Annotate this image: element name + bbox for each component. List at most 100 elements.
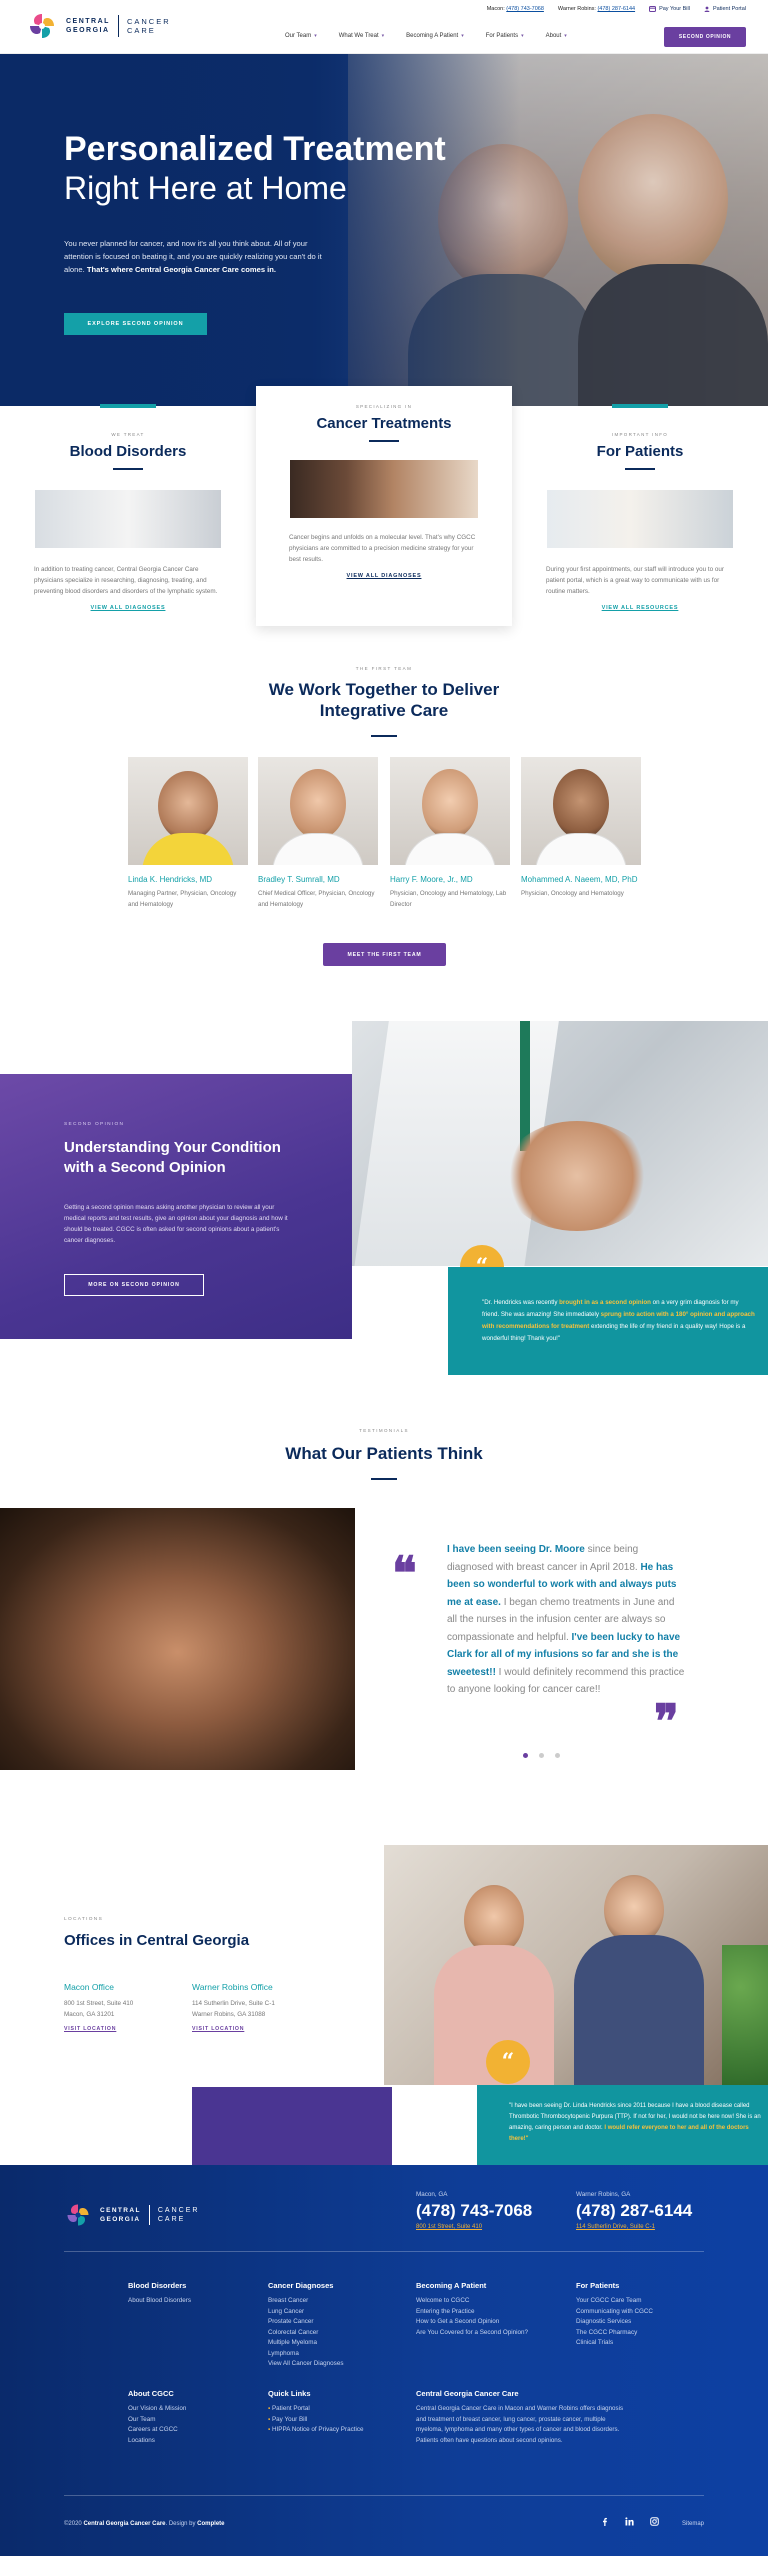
visit-location-link[interactable]: VISIT LOCATION <box>192 2026 332 2032</box>
footer-macon-phone[interactable]: (478) 743-7068 <box>416 2201 532 2221</box>
macon-phone-group: Macon: (478) 743-7068 <box>487 6 544 12</box>
nav-item-what-we-treat[interactable]: What We Treat ▾ <box>339 33 384 39</box>
chevron-down-icon: ▾ <box>314 33 317 39</box>
footer-link[interactable]: Colorectal Cancer <box>268 2328 344 2339</box>
card-blood-disorders: WE TREAT Blood Disorders In addition to … <box>28 404 228 648</box>
footer-link[interactable]: Lymphoma <box>268 2349 344 2360</box>
nav-item-becoming-a-patient[interactable]: Becoming A Patient ▾ <box>406 33 464 39</box>
macon-label: Macon: <box>486 6 505 12</box>
logo-icon <box>67 2204 89 2226</box>
offices-quote-text: "I have been seeing Dr. Linda Hendricks … <box>509 2101 761 2145</box>
second-opinion-eyebrow: SECOND OPINION <box>64 1122 125 1127</box>
card-rule <box>625 468 655 470</box>
footer-link[interactable]: Lung Cancer <box>268 2307 344 2318</box>
site-logo[interactable]: CENTRAL GEORGIA CANCER CARE <box>26 10 171 42</box>
footer-link[interactable]: Clinical Trials <box>576 2338 653 2349</box>
chevron-down-icon: ▾ <box>564 33 567 39</box>
footer-link[interactable]: Diagnostic Services <box>576 2317 653 2328</box>
macon-phone-link[interactable]: (478) 743-7068 <box>506 6 544 12</box>
office-name: Macon Office <box>64 1982 114 1992</box>
doctor-role: Chief Medical Officer, Physician, Oncolo… <box>258 890 375 908</box>
card-eyebrow: SPECIALIZING IN <box>355 404 413 409</box>
patient-portal-label: Patient Portal <box>712 6 746 12</box>
sitemap-link[interactable]: Sitemap <box>682 2521 704 2527</box>
footer-link[interactable]: Breast Cancer <box>268 2296 344 2307</box>
meet-first-team-button[interactable]: MEET THE FIRST TEAM <box>323 943 446 966</box>
nav-item-about[interactable]: About ▾ <box>546 33 567 39</box>
designer-link[interactable]: Complete <box>197 2521 224 2527</box>
footer-link[interactable]: Multiple Myeloma <box>268 2338 344 2349</box>
footer-link[interactable]: Careers at CGCC <box>128 2425 186 2436</box>
doctor-card[interactable]: Harry F. Moore, Jr., MD Physician, Oncol… <box>390 757 510 910</box>
view-all-resources-link[interactable]: VIEW ALL RESOURCES <box>540 605 740 611</box>
office-name: Warner Robins Office <box>192 1982 273 1992</box>
testimonials-heading: TESTIMONIALS What Our Patients Think <box>0 1428 768 1480</box>
pager-dot[interactable] <box>539 1753 544 1758</box>
footer-link-label: Pay Your Bill <box>271 2415 308 2423</box>
facebook-icon[interactable] <box>600 2517 609 2526</box>
card-text: Cancer begins and unfolds on a molecular… <box>289 534 476 563</box>
footer-link-hippa[interactable]: ▪ HIPPA Notice of Privacy Practice <box>268 2425 364 2436</box>
hero-person-right <box>578 114 728 284</box>
footer-col-title: About CGCC <box>128 2389 174 2398</box>
footer-col-becoming-a-patient: Becoming A Patient Welcome to CGCC Enter… <box>416 2281 528 2338</box>
testimonials-title: What Our Patients Think <box>285 1444 483 1463</box>
nav-item-for-patients[interactable]: For Patients ▾ <box>486 33 524 39</box>
logo-line-1: CENTRAL <box>66 18 110 25</box>
close-quote-icon: ❞ <box>654 1694 679 1748</box>
doctor-card[interactable]: Bradley T. Sumrall, MD Chief Medical Off… <box>258 757 378 910</box>
footer-link[interactable]: Locations <box>128 2436 186 2447</box>
copyright-name: Central Georgia Cancer Care <box>83 2521 166 2527</box>
footer-link[interactable]: Your CGCC Care Team <box>576 2296 653 2307</box>
footer-link[interactable]: Entering the Practice <box>416 2307 528 2318</box>
footer-link[interactable]: Are You Covered for a Second Opinion? <box>416 2328 528 2339</box>
logo-icon <box>30 14 54 38</box>
footer-macon-city: Macon, GA <box>416 2191 448 2198</box>
footer-link[interactable]: How to Get a Second Opinion <box>416 2317 528 2328</box>
explore-second-opinion-button[interactable]: EXPLORE SECOND OPINION <box>64 313 207 335</box>
doctor-name: Linda K. Hendricks, MD <box>128 875 213 884</box>
doctor-card[interactable]: Mohammed A. Naeem, MD, PhD Physician, On… <box>521 757 641 899</box>
footer-warner-address[interactable]: 114 Sutherlin Drive, Suite C-1 <box>576 2224 692 2230</box>
footer-link[interactable]: Prostate Cancer <box>268 2317 344 2328</box>
footer-link[interactable]: Communicating with CGCC <box>576 2307 653 2318</box>
footer-macon-address[interactable]: 800 1st Street, Suite 410 <box>416 2224 532 2230</box>
card-image <box>35 490 221 548</box>
nav-label: Our Team <box>285 33 312 39</box>
visit-location-link[interactable]: VISIT LOCATION <box>64 2026 174 2032</box>
footer-link-patient-portal[interactable]: ▪ Patient Portal <box>268 2404 364 2415</box>
patient-portal-link[interactable]: Patient Portal <box>704 6 746 12</box>
linkedin-icon[interactable] <box>625 2517 634 2526</box>
second-opinion-panel: SECOND OPINION Understanding Your Condit… <box>0 1074 352 1339</box>
footer-link[interactable]: Our Vision & Mission <box>128 2404 186 2415</box>
pager-dot[interactable] <box>555 1753 560 1758</box>
card-image <box>547 490 733 548</box>
footer-link[interactable]: Welcome to CGCC <box>416 2296 528 2307</box>
logo-line-3: CANCER <box>126 17 171 26</box>
footer-link[interactable]: The CGCC Pharmacy <box>576 2328 653 2339</box>
footer-link[interactable]: About Blood Disorders <box>128 2296 191 2307</box>
credit-card-icon <box>649 6 657 12</box>
view-all-diagnoses-link[interactable]: VIEW ALL DIAGNOSES <box>28 605 228 611</box>
warner-phone-link[interactable]: (478) 287-6144 <box>597 6 635 12</box>
pager-dot-active[interactable] <box>523 1753 528 1758</box>
footer-link-pay-bill[interactable]: ▪ Pay Your Bill <box>268 2415 364 2426</box>
footer-link[interactable]: Our Team <box>128 2415 186 2426</box>
more-second-opinion-button[interactable]: MORE ON SECOND OPINION <box>64 1274 204 1296</box>
instagram-icon[interactable] <box>650 2517 659 2526</box>
second-opinion-title-1: Understanding Your Condition <box>64 1139 281 1156</box>
view-all-diagnoses-link[interactable]: VIEW ALL DIAGNOSES <box>256 573 512 579</box>
second-opinion-title-2: with a Second Opinion <box>64 1159 226 1176</box>
hero-section: Personalized Treatment Right Here at Hom… <box>0 54 768 406</box>
footer-link[interactable]: View All Cancer Diagnoses <box>268 2359 344 2370</box>
footer-logo[interactable]: CENTRAL GEORGIA CANCER CARE <box>64 2201 199 2229</box>
doctor-card[interactable]: Linda K. Hendricks, MD Managing Partner,… <box>128 757 248 910</box>
footer-warner-phone[interactable]: (478) 287-6144 <box>576 2201 692 2221</box>
pay-bill-link[interactable]: Pay Your Bill <box>649 6 690 12</box>
footer-about-blurb: Central Georgia Cancer Care Central Geor… <box>416 2389 626 2446</box>
footer-col-title: Blood Disorders <box>128 2281 187 2290</box>
nav-item-our-team[interactable]: Our Team ▾ <box>285 33 317 39</box>
second-opinion-quote: "Dr. Hendricks was recently brought in a… <box>448 1267 768 1375</box>
office-address-2: Macon, GA 31201 <box>64 2011 115 2018</box>
second-opinion-button[interactable]: SECOND OPINION <box>664 27 746 47</box>
